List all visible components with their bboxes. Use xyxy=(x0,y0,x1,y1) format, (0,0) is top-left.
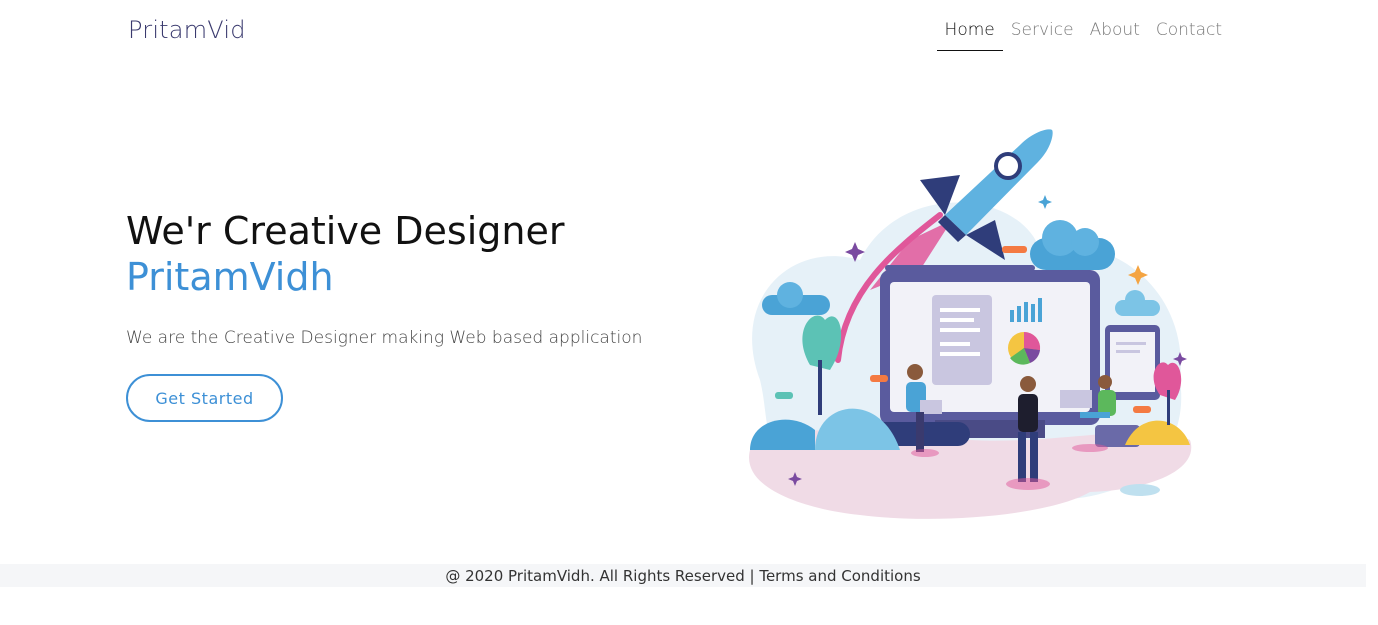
hero-description: We are the Creative Designer making Web … xyxy=(126,328,643,348)
footer: @ 2020 PritamVidh. All Rights Reserved |… xyxy=(0,564,1366,587)
decor-pill xyxy=(775,392,793,399)
hero-illustration xyxy=(741,129,1192,519)
hero-subtitle: PritamVidh xyxy=(126,255,334,299)
main-nav: Home Service About Contact xyxy=(936,20,1230,51)
navbar: PritamVid Home Service About Contact xyxy=(0,0,1378,64)
sparkle-icon xyxy=(741,397,759,415)
decor-pill xyxy=(1133,406,1151,413)
brand-logo[interactable]: PritamVid xyxy=(128,16,246,44)
nav-item-contact[interactable]: Contact xyxy=(1148,20,1230,51)
nav-item-home[interactable]: Home xyxy=(936,20,1003,51)
terms-link[interactable]: Terms and Conditions xyxy=(759,567,920,585)
decor-pill xyxy=(1002,246,1027,253)
screen-bar xyxy=(885,265,1035,271)
sparkle-icon xyxy=(1038,195,1052,209)
tablet-icon xyxy=(1105,325,1160,400)
bush xyxy=(750,419,815,450)
nav-item-service[interactable]: Service xyxy=(1003,20,1082,51)
copyright-text: @ 2020 PritamVidh. All Rights Reserved xyxy=(445,566,745,585)
nav-item-about[interactable]: About xyxy=(1082,20,1148,51)
hero-title: We'r Creative Designer xyxy=(126,209,565,253)
monitor-icon xyxy=(880,270,1100,438)
cloud-icon xyxy=(1030,220,1115,270)
get-started-button[interactable]: Get Started xyxy=(126,374,283,422)
footer-separator: | xyxy=(744,566,760,585)
puddle xyxy=(1120,484,1160,496)
decor-pill xyxy=(870,375,888,382)
